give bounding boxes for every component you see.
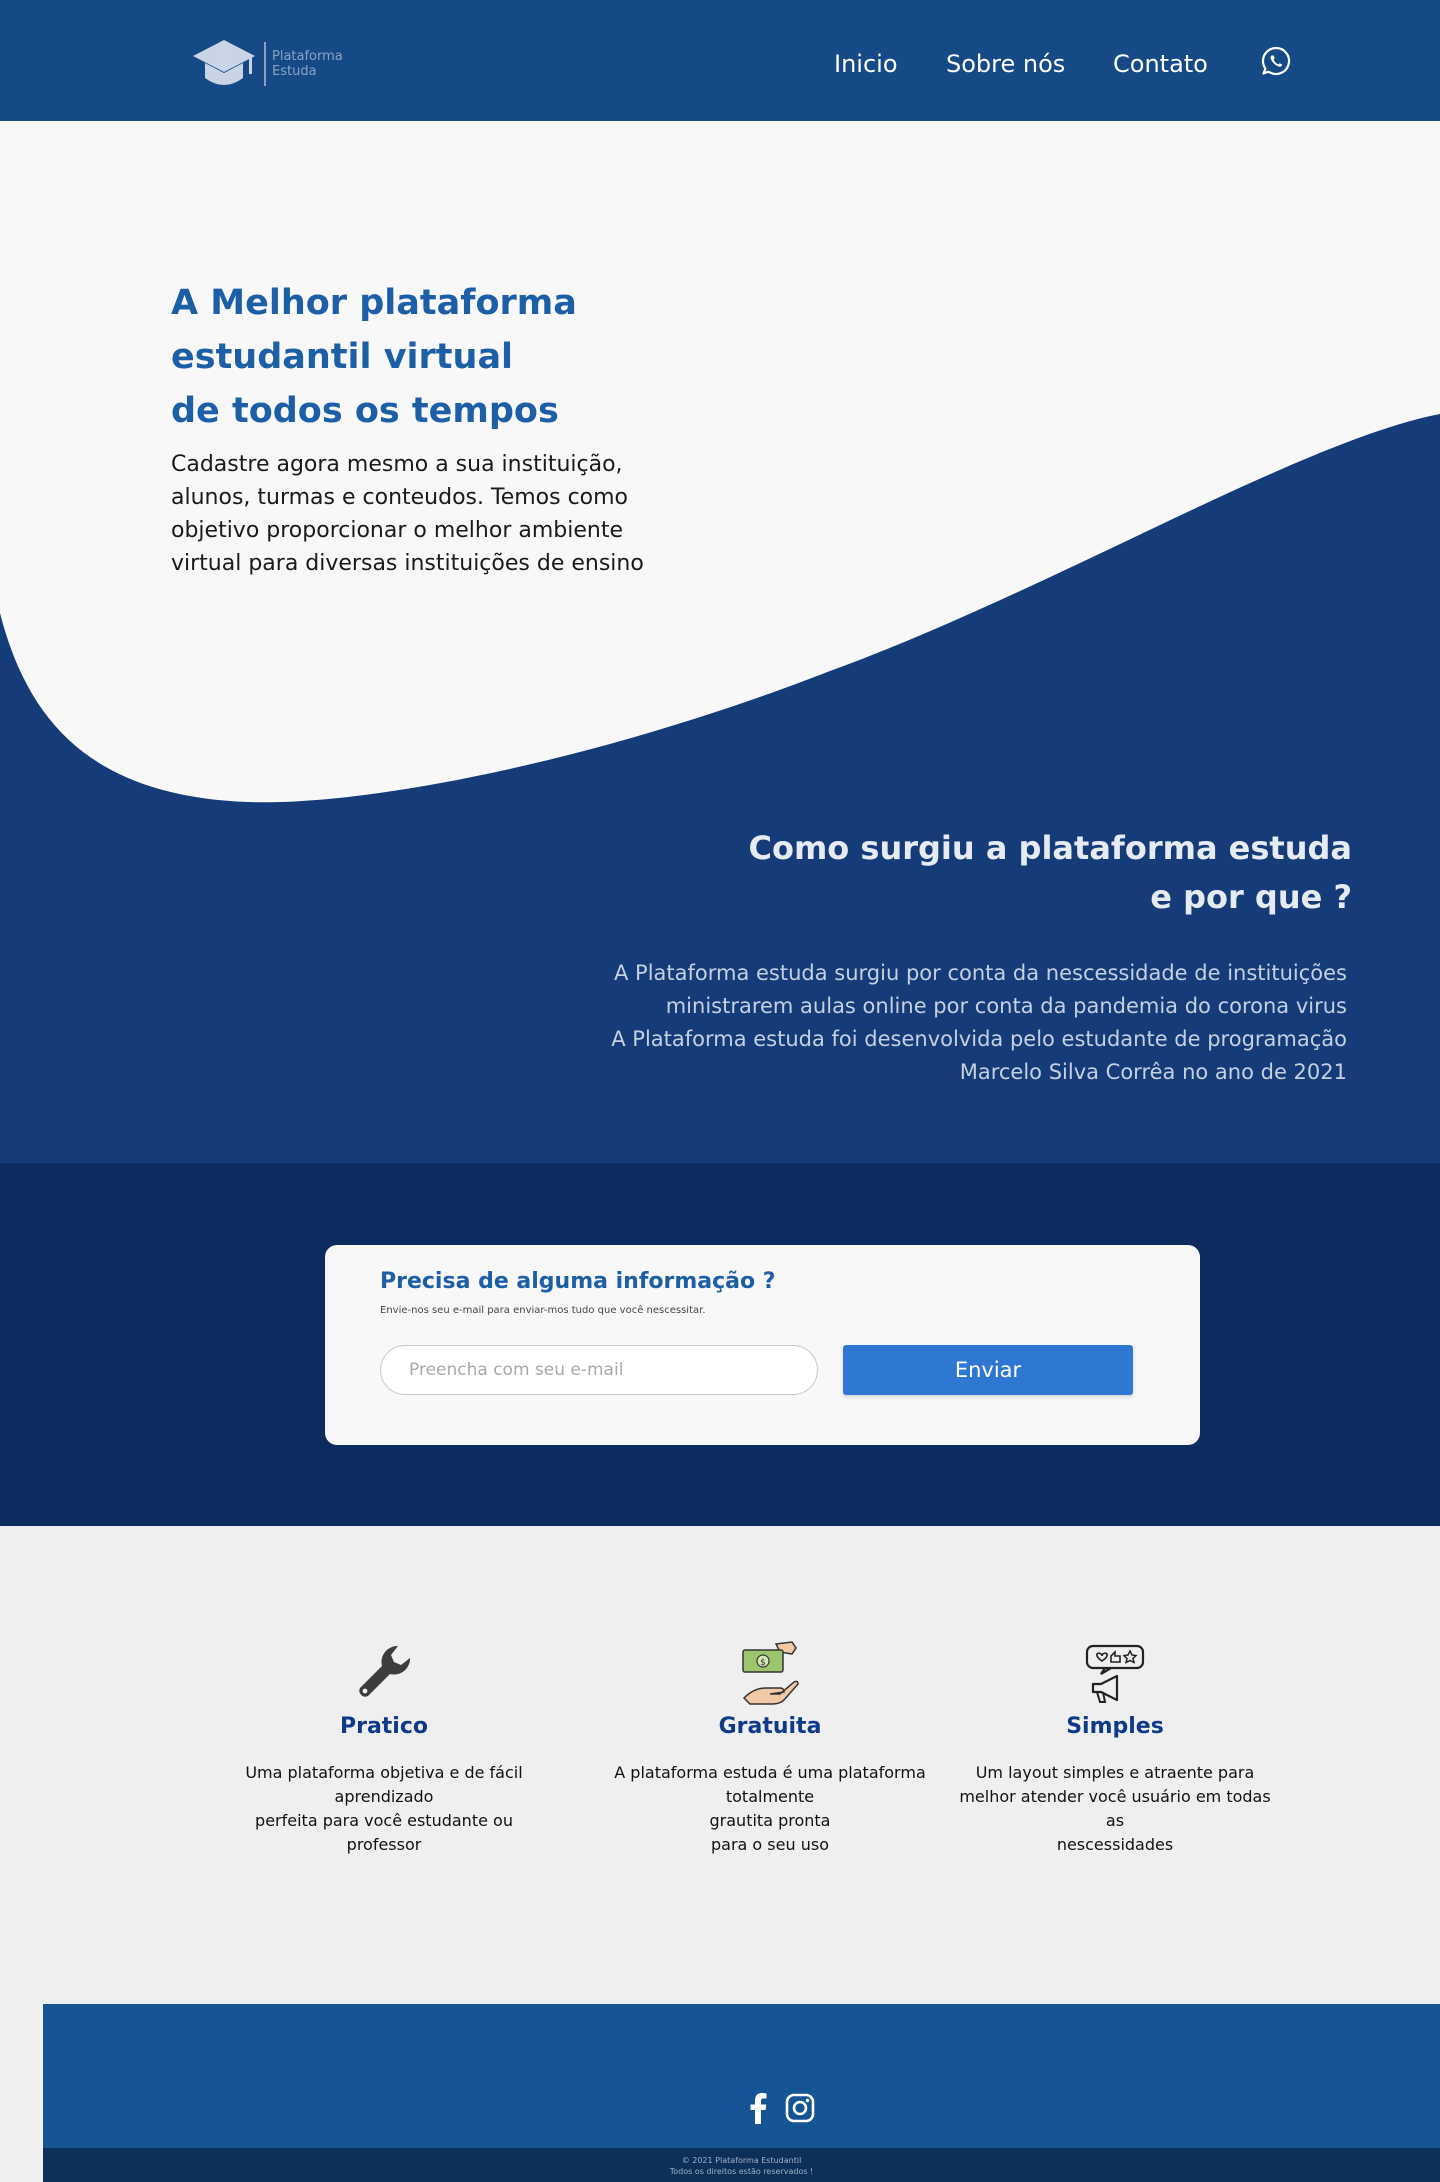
nav-sobre-nos[interactable]: Sobre nós (946, 50, 1065, 78)
hero-section: A Melhor plataforma estudantil virtual d… (0, 121, 1440, 1163)
feature-simples: Simples Um layout simples e atraente par… (950, 1636, 1280, 1857)
nav-contato[interactable]: Contato (1113, 50, 1208, 78)
about-title: Como surgiu a plataforma estuda e por qu… (652, 824, 1352, 922)
about-text-line4: Marcelo Silva Corrêa no ano de 2021 (959, 1060, 1347, 1084)
logo[interactable]: Plataforma Estuda (192, 36, 343, 92)
whatsapp-icon[interactable] (1260, 45, 1292, 77)
logo-line1: Plataforma (272, 49, 343, 64)
feature-text: A plataforma estuda é uma plataforma tot… (614, 1763, 926, 1854)
hero-title: A Melhor plataforma estudantil virtual d… (171, 276, 691, 438)
feature-title: Simples (1066, 1714, 1164, 1739)
hero-title-line3: de todos os tempos (171, 391, 559, 431)
hero-description: Cadastre agora mesmo a sua instituição, … (171, 452, 644, 576)
about-description: A Plataforma estuda surgiu por conta da … (487, 957, 1347, 1089)
facebook-icon[interactable] (749, 2092, 767, 2124)
graduation-cap-icon (193, 40, 255, 85)
contact-section: Precisa de alguma informação ? Envie-nos… (0, 1163, 1440, 1526)
newsletter-subtitle: Envie-nos seu e-mail para enviar-mos tud… (380, 1305, 706, 1316)
feature-title: Gratuita (718, 1714, 822, 1739)
social-links (749, 2092, 815, 2124)
about-text-line1: A Plataforma estuda surgiu por conta da … (614, 961, 1347, 985)
feedback-megaphone-icon (950, 1636, 1280, 1706)
newsletter-title: Precisa de alguma informação ? (380, 1269, 776, 1294)
about-title-line2: e por que ? (1150, 878, 1352, 916)
site-header: Plataforma Estuda Inicio Sobre nós Conta… (0, 0, 1440, 121)
rights-text: Todos os direitos estão reservados ! (669, 2167, 814, 2176)
features-section: Pratico Uma plataforma objetiva e de fác… (0, 1526, 1440, 2004)
copyright-text: © 2021 Plataforma Estudantil (681, 2156, 802, 2165)
logo-divider (264, 42, 266, 86)
site-footer (43, 2004, 1440, 2148)
feature-text: Uma plataforma objetiva e de fácil apren… (245, 1763, 523, 1854)
email-field[interactable] (380, 1345, 818, 1395)
wrench-icon (219, 1636, 549, 1706)
instagram-icon[interactable] (785, 2093, 815, 2123)
feature-text: Um layout simples e atraente para melhor… (959, 1763, 1271, 1854)
money-hand-icon: $ (605, 1636, 935, 1706)
feature-title: Pratico (339, 1714, 429, 1739)
about-title-line1: Como surgiu a plataforma estuda (748, 829, 1352, 867)
feature-pratico: Pratico Uma plataforma objetiva e de fác… (219, 1636, 549, 1857)
newsletter-card: Precisa de alguma informação ? Envie-nos… (325, 1245, 1200, 1445)
svg-text:$: $ (760, 1658, 766, 1668)
send-button[interactable]: Enviar (843, 1345, 1133, 1395)
hero-title-line1: A Melhor plataforma (171, 283, 577, 323)
feature-gratuita: $ Gratuita A plataforma estuda é uma pla… (605, 1636, 935, 1857)
logo-text: Plataforma Estuda (272, 49, 343, 79)
hero-title-line2: estudantil virtual (171, 337, 514, 377)
logo-line2: Estuda (272, 64, 317, 79)
footer-bottom-bar: © 2021 Plataforma Estudantil Todos os di… (43, 2148, 1440, 2182)
about-text-line3: A Plataforma estuda foi desenvolvida pel… (611, 1027, 1347, 1051)
about-text-line2: ministrarem aulas online por conta da pa… (665, 994, 1347, 1018)
nav-inicio[interactable]: Inicio (834, 50, 898, 78)
